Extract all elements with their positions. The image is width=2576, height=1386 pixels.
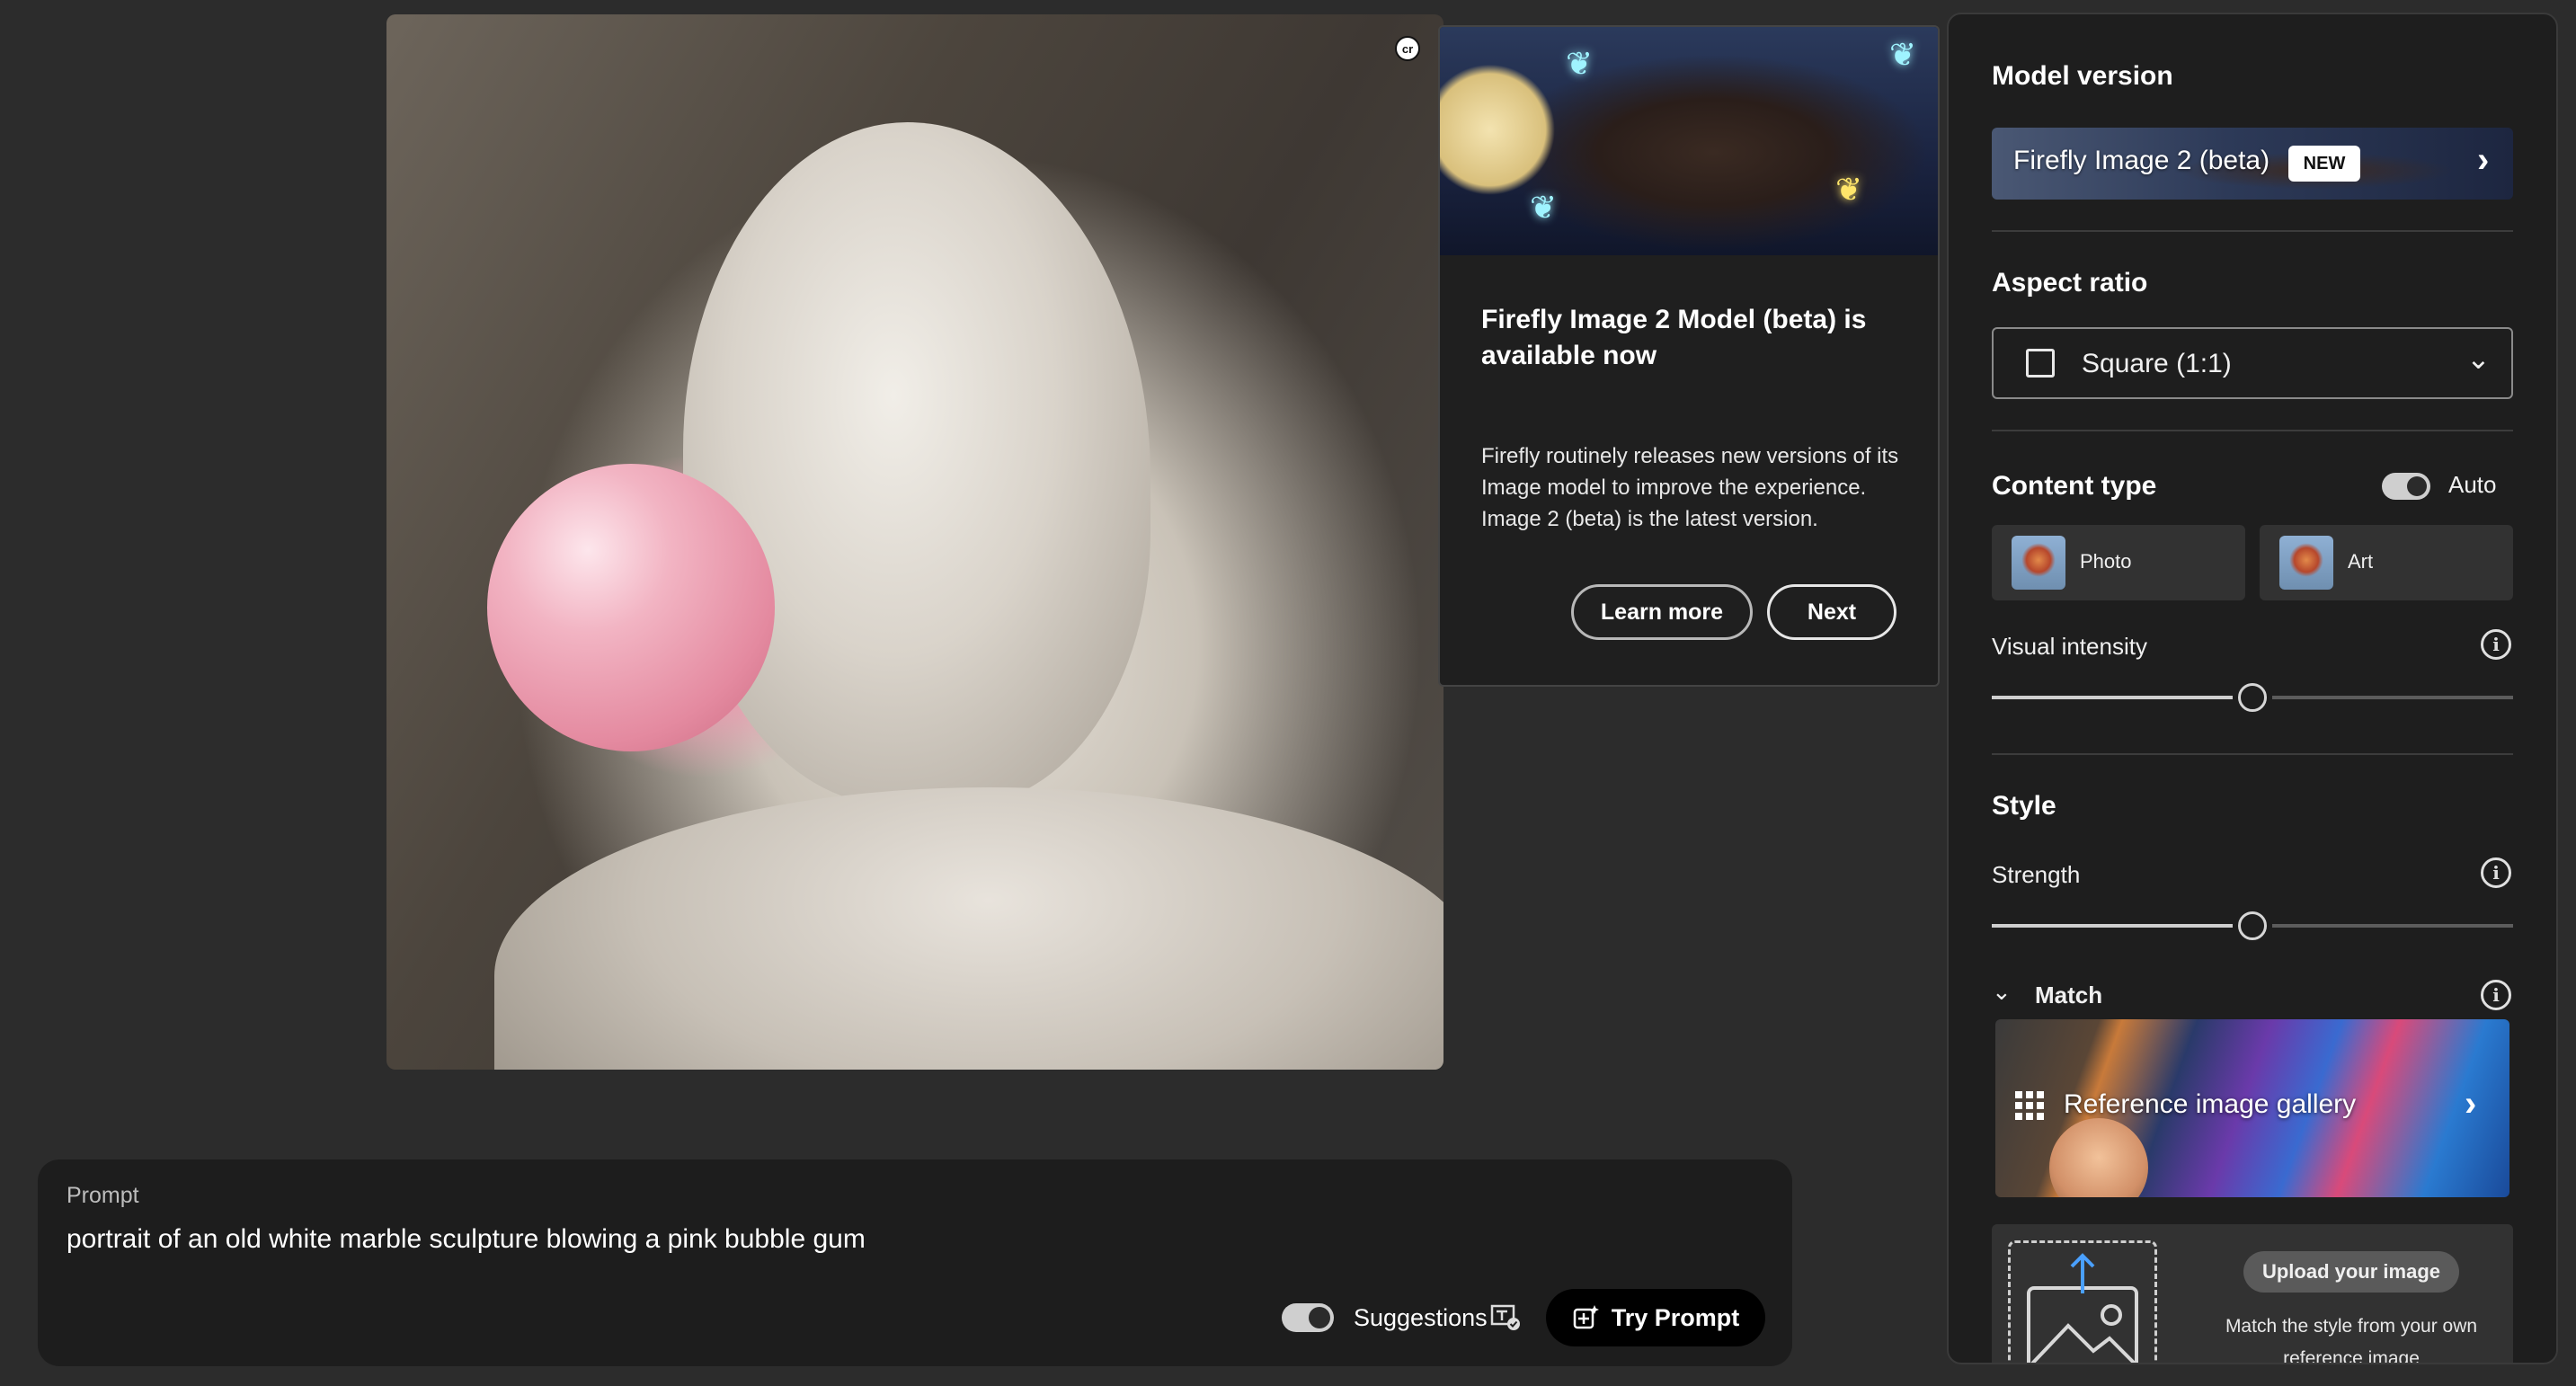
model-version-title: Model version	[1992, 61, 2173, 91]
gallery-label: Reference image gallery	[2064, 1089, 2357, 1119]
gallery-thumbnail	[2049, 1118, 2148, 1197]
upload-dropzone[interactable]	[2008, 1240, 2157, 1363]
content-type-label: Photo	[2080, 550, 2132, 573]
visual-intensity-label: Visual intensity	[1992, 633, 2147, 660]
prompt-input[interactable]: portrait of an old white marble sculptur…	[67, 1224, 866, 1255]
butterfly-icon: ❦	[1889, 36, 1917, 73]
pink-bubble	[487, 464, 775, 751]
new-model-tooltip: ❦ ❦ ❦ ❦ Firefly Image 2 Model (beta) is …	[1438, 25, 1940, 687]
tooltip-title: Firefly Image 2 Model (beta) is availabl…	[1481, 305, 1867, 370]
upload-description: Match the style from your own reference …	[2225, 1316, 2478, 1364]
next-button[interactable]: Next	[1767, 584, 1896, 640]
info-icon[interactable]: i	[2481, 629, 2511, 660]
upload-image-button[interactable]: Upload your image	[2243, 1251, 2459, 1293]
suggestions-label: Suggestions	[1354, 1304, 1488, 1331]
divider	[1992, 430, 2513, 431]
chevron-down-icon: ⌄	[2466, 342, 2491, 375]
strength-label: Strength	[1992, 861, 2081, 888]
generate-icon	[1573, 1305, 1599, 1329]
divider	[1992, 230, 2513, 232]
chevron-right-icon: ›	[2477, 140, 2490, 180]
grid-icon	[2015, 1091, 2044, 1120]
statue-head	[683, 122, 1150, 805]
slider-track	[2272, 696, 2513, 699]
balloon-thumbnail	[2012, 536, 2065, 590]
statue-shoulders	[494, 787, 1443, 1070]
auto-toggle[interactable]	[2382, 473, 2430, 500]
butterfly-icon: ❦	[1530, 189, 1558, 226]
toggle-knob	[2407, 476, 2427, 496]
style-title: Style	[1992, 791, 2056, 821]
prompt-label: Prompt	[67, 1183, 139, 1208]
prompt-bar: Prompt portrait of an old white marble s…	[38, 1159, 1792, 1366]
slider-fill	[1992, 696, 2233, 699]
model-version-selector[interactable]: Firefly Image 2 (beta) NEW ›	[1992, 128, 2513, 200]
generated-image[interactable]	[386, 14, 1443, 1070]
match-label[interactable]: Match	[2035, 982, 2102, 1009]
slider-thumb[interactable]	[2238, 683, 2267, 712]
model-version-value: Firefly Image 2 (beta)	[2013, 146, 2270, 175]
auto-label: Auto	[2448, 471, 2497, 498]
reference-gallery-button[interactable]: Reference image gallery ›	[1995, 1019, 2509, 1197]
info-icon[interactable]: i	[2481, 857, 2511, 888]
suggestions-icon[interactable]	[1490, 1303, 1521, 1332]
strength-slider[interactable]	[1992, 908, 2513, 944]
content-type-title: Content type	[1992, 471, 2157, 501]
visual-intensity-slider[interactable]	[1992, 680, 2513, 715]
info-icon[interactable]: i	[2481, 980, 2511, 1010]
tooltip-body: Firefly routinely releases new versions …	[1481, 444, 1899, 531]
chevron-down-icon[interactable]: ⌄	[1992, 978, 2012, 1006]
try-prompt-label: Try Prompt	[1611, 1303, 1740, 1331]
slider-thumb[interactable]	[2238, 911, 2267, 940]
butterfly-icon: ❦	[1835, 171, 1863, 208]
learn-more-button[interactable]: Learn more	[1571, 584, 1753, 640]
aspect-ratio-dropdown[interactable]: Square (1:1) ⌄	[1992, 327, 2513, 399]
content-type-art[interactable]: Art	[2260, 525, 2513, 600]
toggle-knob	[1309, 1307, 1330, 1328]
content-type-photo[interactable]: Photo	[1992, 525, 2245, 600]
butterfly-icon: ❦	[1566, 45, 1594, 82]
content-type-label: Art	[2348, 550, 2374, 573]
try-prompt-button[interactable]: Try Prompt	[1546, 1289, 1765, 1346]
new-badge: NEW	[2288, 146, 2360, 182]
image-upload-icon	[2027, 1253, 2138, 1363]
tooltip-illustration: ❦ ❦ ❦ ❦	[1440, 27, 1938, 255]
slider-track	[2272, 924, 2513, 928]
balloon-thumbnail	[2279, 536, 2333, 590]
suggestions-toggle[interactable]	[1282, 1303, 1334, 1332]
square-icon	[2026, 349, 2055, 378]
chevron-right-icon: ›	[2465, 1084, 2477, 1124]
slider-fill	[1992, 924, 2233, 928]
aspect-ratio-value: Square (1:1)	[2082, 349, 2232, 378]
upload-reference-card: Upload your image Match the style from y…	[1992, 1224, 2513, 1364]
settings-panel: Model version Firefly Image 2 (beta) NEW…	[1947, 13, 2558, 1364]
divider	[1992, 753, 2513, 755]
content-credentials-icon[interactable]: cr	[1395, 36, 1420, 61]
aspect-ratio-title: Aspect ratio	[1992, 268, 2148, 298]
